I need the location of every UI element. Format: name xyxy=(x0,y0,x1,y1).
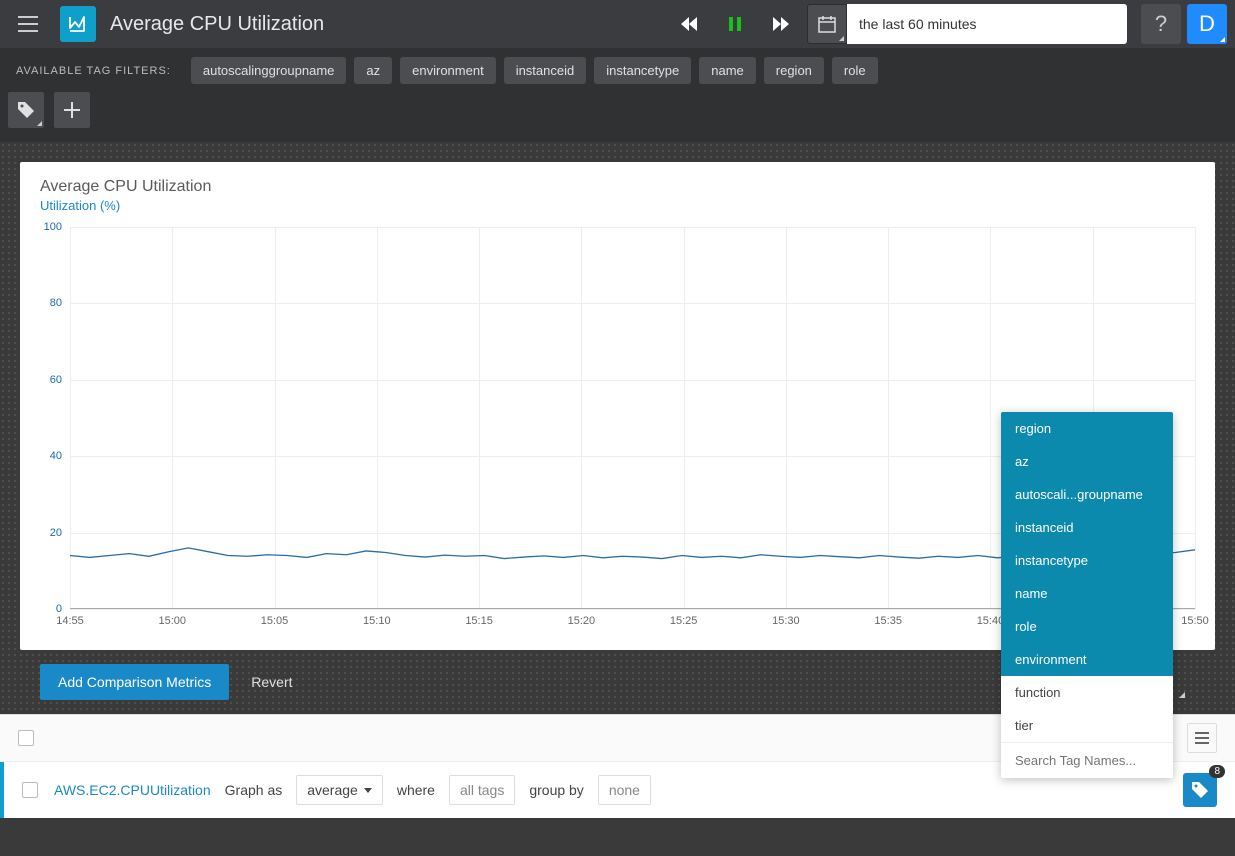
timerange-input[interactable] xyxy=(847,4,1127,44)
groupby-select[interactable]: none xyxy=(598,775,651,805)
user-menu[interactable]: D xyxy=(1187,4,1227,44)
calendar-button[interactable] xyxy=(807,4,847,44)
add-comparison-button[interactable]: Add Comparison Metrics xyxy=(40,664,229,700)
add-tool-button[interactable] xyxy=(54,92,90,128)
dropdown-option[interactable]: role xyxy=(1001,610,1173,643)
calendar-icon xyxy=(818,15,836,33)
y-tick: 80 xyxy=(50,297,62,309)
filter-tag-role[interactable]: role xyxy=(832,57,878,84)
y-tick: 40 xyxy=(50,450,62,462)
filter-tag-instancetype[interactable]: instancetype xyxy=(594,57,691,84)
x-tick: 15:20 xyxy=(568,615,596,627)
list-menu-button[interactable] xyxy=(1187,723,1217,753)
filter-tag-name[interactable]: name xyxy=(699,57,756,84)
x-tick: 15:15 xyxy=(465,615,493,627)
filter-bar: AVAILABLE TAG FILTERS: autoscalinggroupn… xyxy=(0,48,1235,92)
y-tick: 100 xyxy=(44,221,62,233)
tag-icon xyxy=(1191,781,1209,799)
x-tick: 15:25 xyxy=(670,615,698,627)
y-tick: 60 xyxy=(50,374,62,386)
dropdown-option[interactable]: instanceid xyxy=(1001,511,1173,544)
where-label: where xyxy=(397,782,435,798)
metric-row: AWS.EC2.CPUUtilization Graph as average … xyxy=(0,762,1235,818)
app-logo[interactable] xyxy=(60,6,96,42)
hamburger-icon xyxy=(18,16,38,32)
x-tick: 15:30 xyxy=(772,615,800,627)
groupby-dropdown[interactable]: regionazautoscali...groupnameinstanceidi… xyxy=(1001,412,1173,778)
metric-name[interactable]: AWS.EC2.CPUUtilization xyxy=(54,782,211,798)
filter-tag-environment[interactable]: environment xyxy=(400,57,496,84)
filter-tag-instanceid[interactable]: instanceid xyxy=(504,57,587,84)
help-button[interactable]: ? xyxy=(1141,4,1181,44)
y-tick: 0 xyxy=(56,603,62,615)
filters-label: AVAILABLE TAG FILTERS: xyxy=(16,65,171,77)
menu-button[interactable] xyxy=(0,0,56,48)
filter-tag-az[interactable]: az xyxy=(354,57,392,84)
x-tick: 15:10 xyxy=(363,615,391,627)
x-tick: 15:05 xyxy=(261,615,289,627)
hamburger-small-icon xyxy=(1195,732,1209,744)
forward-button[interactable] xyxy=(771,17,791,31)
plus-icon xyxy=(64,102,80,118)
dropdown-option[interactable]: az xyxy=(1001,445,1173,478)
x-tick: 15:00 xyxy=(159,615,187,627)
where-select[interactable]: all tags xyxy=(449,775,515,805)
chart-title: Average CPU Utilization xyxy=(40,178,1195,196)
dropdown-option[interactable]: name xyxy=(1001,577,1173,610)
graph-as-label: Graph as xyxy=(225,782,283,798)
chart-subtitle: Utilization (%) xyxy=(40,198,1195,213)
pause-icon xyxy=(729,17,741,31)
tag-count-badge: 8 xyxy=(1209,765,1225,778)
rewind-button[interactable] xyxy=(679,17,699,31)
aggregation-select[interactable]: average xyxy=(296,775,383,805)
y-tick: 20 xyxy=(50,527,62,539)
user-initial: D xyxy=(1199,11,1215,37)
tag-icon xyxy=(17,101,35,119)
dropdown-search-input[interactable] xyxy=(1001,742,1173,778)
select-all-checkbox[interactable] xyxy=(18,730,34,746)
revert-button[interactable]: Revert xyxy=(243,664,300,700)
metric-checkbox[interactable] xyxy=(22,782,38,798)
groupby-label: group by xyxy=(529,782,583,798)
tag-tool-button[interactable] xyxy=(8,92,44,128)
dropdown-option[interactable]: function xyxy=(1001,676,1173,709)
filter-tag-autoscalinggroupname[interactable]: autoscalinggroupname xyxy=(191,57,347,84)
dropdown-option[interactable]: region xyxy=(1001,412,1173,445)
pause-button[interactable] xyxy=(725,17,745,31)
groupby-tags-button[interactable]: 8 xyxy=(1183,773,1217,807)
forward-icon xyxy=(773,17,789,31)
chevron-down-icon xyxy=(364,788,372,793)
dropdown-option[interactable]: instancetype xyxy=(1001,544,1173,577)
x-tick: 14:55 xyxy=(56,615,84,627)
x-tick: 15:50 xyxy=(1181,615,1209,627)
chart-logo-icon xyxy=(67,13,89,35)
x-tick: 15:35 xyxy=(874,615,902,627)
dropdown-option[interactable]: tier xyxy=(1001,709,1173,742)
dropdown-option[interactable]: environment xyxy=(1001,643,1173,676)
filter-tag-region[interactable]: region xyxy=(764,57,824,84)
rewind-icon xyxy=(681,17,697,31)
dropdown-option[interactable]: autoscali...groupname xyxy=(1001,478,1173,511)
page-title: Average CPU Utilization xyxy=(110,13,324,36)
